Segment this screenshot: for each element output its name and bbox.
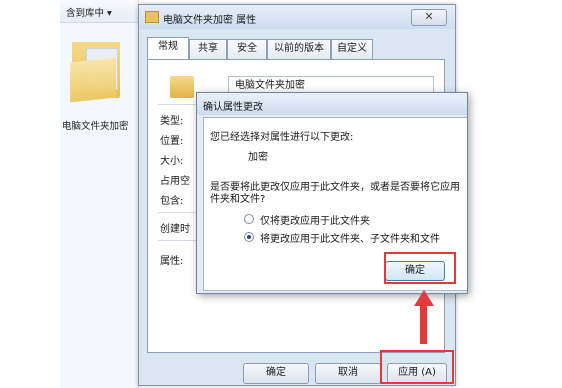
properties-title: 电脑文件夹加密 属性: [163, 15, 257, 26]
apply-folder-only-label[interactable]: 仅将更改应用于此文件夹: [260, 212, 370, 227]
apply-recursive-label[interactable]: 将更改应用于此文件夹、子文件夹和文件: [260, 230, 440, 245]
arrow-shaft: [420, 304, 427, 344]
include-in-library-menu[interactable]: 含到库中 ▾: [66, 5, 112, 19]
folder-icon: [170, 76, 194, 98]
cancel-button[interactable]: 取消: [315, 363, 381, 384]
apply-recursive-radio[interactable]: [244, 232, 254, 242]
size-label: 大小:: [160, 156, 184, 167]
folder-name-field[interactable]: 电脑文件夹加密: [228, 76, 434, 93]
dialog-message: 您已经选择对属性进行以下更改:: [210, 132, 354, 143]
folder-small-icon: [145, 11, 159, 23]
created-label: 创建时: [160, 224, 190, 235]
tab-security[interactable]: 安全: [227, 39, 267, 59]
tab-customize[interactable]: 自定义: [331, 39, 373, 59]
location-label: 位置:: [160, 136, 184, 147]
change-item: 加密: [248, 152, 268, 163]
folder-label[interactable]: 电脑文件夹加密: [62, 118, 129, 132]
dialog-titlebar: 确认属性更改: [197, 93, 467, 115]
tab-previous-versions[interactable]: 以前的版本: [267, 39, 331, 59]
explorer-toolbar: 含到库中 ▾: [60, 0, 138, 23]
tab-general[interactable]: 常规: [147, 37, 189, 59]
dialog-question-line2: 件夹和文件?: [210, 194, 266, 205]
attributes-label: 属性:: [160, 256, 184, 267]
type-label: 类型:: [160, 116, 184, 127]
apply-highlight-box: [380, 350, 454, 384]
close-button[interactable]: ✕: [411, 9, 447, 26]
ok-highlight-box: [384, 252, 456, 284]
tab-sharing[interactable]: 共享: [189, 39, 227, 59]
contains-label: 包含:: [160, 196, 184, 207]
size-on-disk-label: 占用空: [160, 176, 190, 187]
ok-button[interactable]: 确定: [243, 363, 309, 384]
folder-icon[interactable]: [68, 36, 122, 103]
apply-folder-only-radio[interactable]: [244, 214, 254, 224]
properties-titlebar: 电脑文件夹加密 属性 ✕: [139, 5, 455, 29]
dialog-title: 确认属性更改: [203, 102, 263, 113]
